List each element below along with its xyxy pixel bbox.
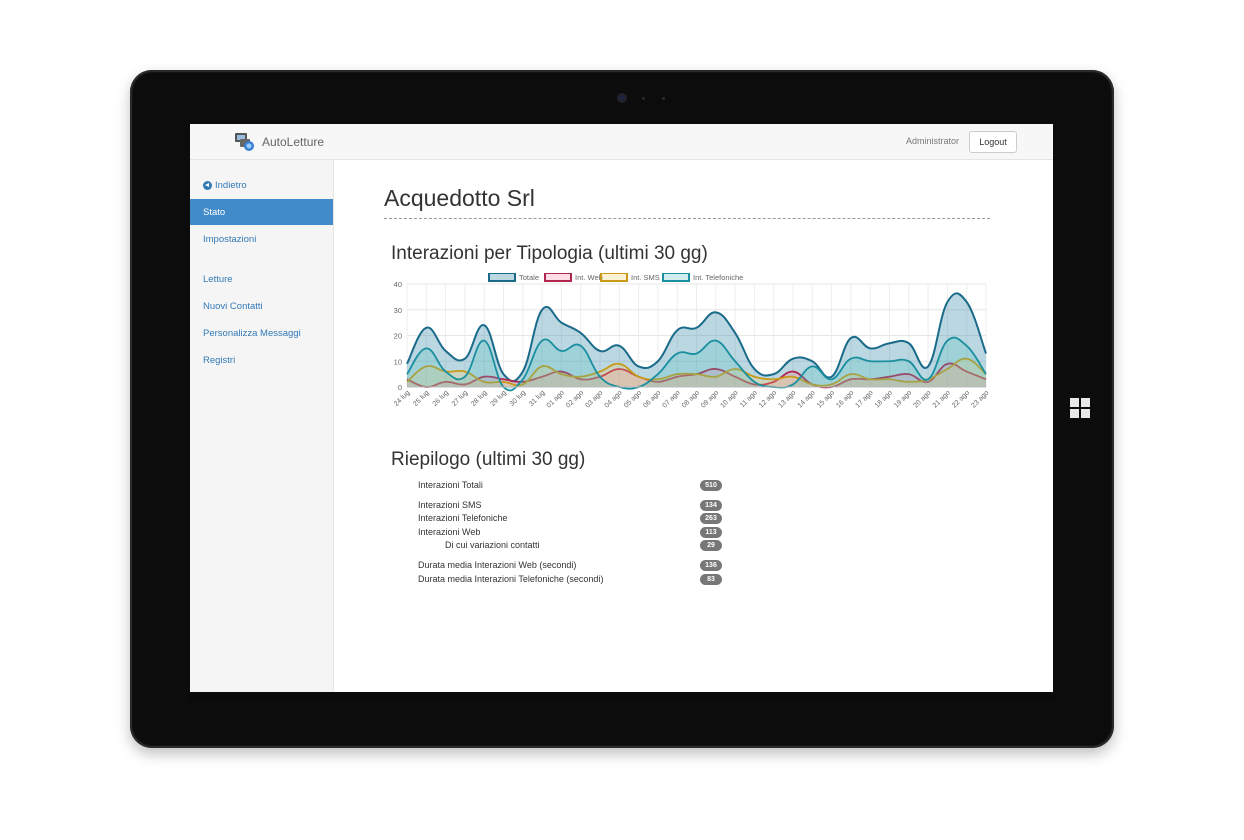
legend-swatch: [600, 273, 628, 282]
x-tick-label: 01 ago: [546, 389, 566, 409]
x-tick-label: 19 ago: [893, 389, 913, 409]
current-user: Administrator: [905, 136, 959, 146]
y-tick-label: 40: [394, 280, 402, 289]
x-tick-label: 08 ago: [681, 389, 701, 409]
y-tick-label: 0: [398, 383, 402, 392]
x-tick-label: 28 lug: [470, 389, 489, 408]
x-tick-label: 17 ago: [855, 389, 875, 409]
legend-swatch: [544, 273, 572, 282]
summary-label: Interazioni Telefoniche: [418, 513, 508, 523]
x-tick-label: 13 ago: [777, 389, 797, 409]
x-tick-label: 24 lug: [393, 389, 412, 408]
legend-label: Int. Web: [575, 273, 603, 282]
x-tick-label: 03 ago: [584, 389, 604, 409]
camera-icon: [617, 93, 627, 103]
main-content: Acquedotto Srl Interazioni per Tipologia…: [334, 160, 1053, 692]
windows-logo-icon[interactable]: [1070, 398, 1090, 418]
logout-button[interactable]: Logout: [969, 131, 1017, 153]
sidebar: Indietro Stato Impostazioni Letture Nuov…: [190, 160, 334, 692]
x-tick-label: 26 lug: [432, 389, 451, 408]
sidebar-item-letture[interactable]: Letture: [190, 266, 333, 292]
screen: AutoLetture Administrator Logout Indietr…: [190, 124, 1053, 692]
x-tick-label: 27 lug: [451, 389, 470, 408]
summary-badge: 29: [700, 540, 722, 551]
summary-row: Interazioni SMS 134: [418, 500, 722, 513]
summary-badge: 113: [700, 527, 722, 538]
sidebar-item-nuovi-contatti[interactable]: Nuovi Contatti: [190, 293, 333, 319]
summary-label: Durata media Interazioni Telefoniche (se…: [418, 574, 604, 584]
summary-label: Durata media Interazioni Web (secondi): [418, 560, 577, 570]
sensor-dot: [642, 97, 645, 100]
summary-badge: 263: [700, 513, 722, 524]
x-tick-label: 06 ago: [642, 389, 662, 409]
x-tick-label: 14 ago: [797, 389, 817, 409]
back-label: Indietro: [215, 179, 247, 191]
summary-badge: 134: [700, 500, 722, 511]
legend-swatch: [662, 273, 690, 282]
x-tick-label: 22 ago: [951, 389, 971, 409]
summary-row: Di cui variazioni contatti 29: [418, 540, 722, 553]
sidebar-item-impostazioni[interactable]: Impostazioni: [190, 226, 333, 252]
summary-row: Interazioni Totali 510: [418, 480, 722, 493]
summary-row: Interazioni Telefoniche 263: [418, 513, 722, 526]
y-tick-label: 20: [394, 332, 402, 341]
summary-label: Di cui variazioni contatti: [445, 540, 540, 550]
x-tick-label: 07 ago: [662, 389, 682, 409]
x-tick-label: 20 ago: [912, 389, 932, 409]
x-tick-label: 05 ago: [623, 389, 643, 409]
sensor-dot: [662, 97, 665, 100]
summary-label: Interazioni SMS: [418, 500, 482, 510]
x-tick-label: 09 ago: [700, 389, 720, 409]
x-tick-label: 16 ago: [835, 389, 855, 409]
x-tick-label: 18 ago: [874, 389, 894, 409]
summary-badge: 83: [700, 574, 722, 585]
title-divider: [384, 218, 990, 219]
summary-row: Interazioni Web 113: [418, 527, 722, 540]
x-tick-label: 31 lug: [528, 389, 547, 408]
summary-label: Interazioni Totali: [418, 480, 483, 490]
sidebar-item-personalizza-messaggi[interactable]: Personalizza Messaggi: [190, 320, 333, 346]
legend-label: Int. SMS: [631, 273, 660, 282]
summary-badge: 136: [700, 560, 722, 571]
x-tick-label: 29 lug: [489, 389, 508, 408]
x-tick-label: 23 ago: [970, 389, 989, 409]
app-logo-icon: [234, 132, 256, 152]
summary-title: Riepilogo (ultimi 30 gg): [391, 449, 586, 470]
brand[interactable]: AutoLetture: [234, 132, 324, 152]
interactions-chart: Totale Int. Web Int. SMS Int. Telefoniche01…: [393, 273, 989, 410]
summary-row: Durata media Interazioni Web (secondi) 1…: [418, 560, 722, 573]
x-tick-label: 30 lug: [509, 389, 528, 408]
x-tick-label: 11 ago: [739, 389, 759, 409]
legend-label: Totale: [519, 273, 539, 282]
x-tick-label: 25 lug: [412, 389, 431, 408]
y-tick-label: 30: [394, 306, 402, 315]
summary-row: Durata media Interazioni Telefoniche (se…: [418, 574, 722, 587]
summary-label: Interazioni Web: [418, 527, 481, 537]
legend-label: Int. Telefoniche: [693, 273, 743, 282]
summary-badge: 510: [700, 480, 722, 491]
screen-bezel-bottom: [186, 694, 1056, 702]
x-tick-label: 15 ago: [816, 389, 836, 409]
legend-swatch: [488, 273, 516, 282]
sidebar-item-stato[interactable]: Stato: [190, 199, 333, 225]
y-tick-label: 10: [394, 357, 402, 366]
sidebar-item-registri[interactable]: Registri: [190, 347, 333, 373]
top-navbar: AutoLetture Administrator Logout: [190, 124, 1053, 160]
x-tick-label: 02 ago: [565, 389, 585, 409]
page-title: Acquedotto Srl: [384, 185, 535, 211]
back-arrow-icon: [203, 180, 212, 190]
x-tick-label: 10 ago: [719, 389, 739, 409]
x-tick-label: 21 ago: [932, 389, 952, 409]
chart-title: Interazioni per Tipologia (ultimi 30 gg): [391, 243, 708, 264]
back-link[interactable]: Indietro: [190, 172, 333, 198]
brand-name: AutoLetture: [262, 135, 325, 149]
x-tick-label: 12 ago: [758, 389, 778, 409]
x-tick-label: 04 ago: [604, 389, 624, 409]
